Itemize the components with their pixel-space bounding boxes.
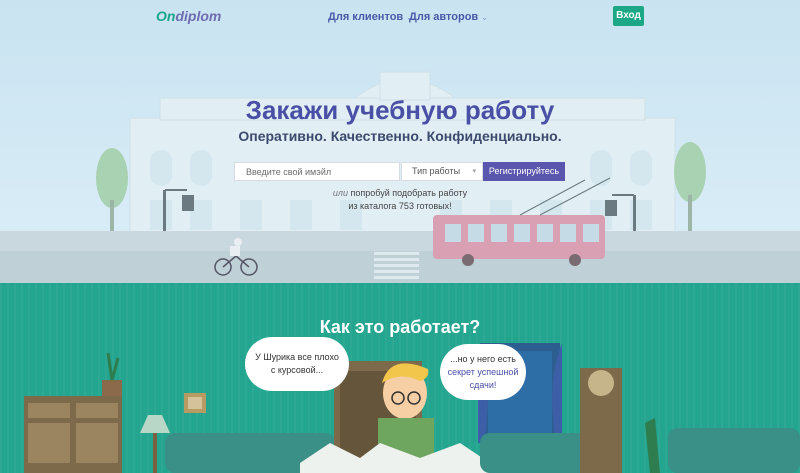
hero-title: Закажи учебную работу bbox=[245, 95, 555, 125]
login-button[interactable]: Вход bbox=[613, 6, 644, 26]
top-nav: Ondiplom Для клиентов ⌄ Для авторов ⌄ Вход bbox=[0, 0, 800, 34]
nav-for-authors[interactable]: Для авторов ⌄ bbox=[409, 11, 488, 23]
hint-line-2[interactable]: из каталога 753 готовых! bbox=[348, 201, 451, 211]
speech-bubble-right: ...но у него есть секрет успешной сдачи! bbox=[440, 344, 526, 400]
nav-for-clients-label: Для клиентов bbox=[328, 11, 404, 23]
hint-line-1[interactable]: попробуй подобрать работу bbox=[350, 188, 467, 198]
speech-bubble-right-line-2: секрет успешной bbox=[447, 366, 519, 377]
work-type-select[interactable]: Тип работы ▾ bbox=[401, 162, 483, 181]
logo-part-diplom: diplom bbox=[175, 8, 222, 24]
email-input[interactable] bbox=[234, 162, 400, 181]
chevron-down-icon: ⌄ bbox=[481, 13, 488, 22]
nav-for-authors-label: Для авторов bbox=[409, 11, 479, 23]
room-illustration bbox=[24, 343, 800, 473]
chevron-down-icon: ▾ bbox=[472, 168, 476, 175]
hero-section: Ondiplom Для клиентов ⌄ Для авторов ⌄ Вход… bbox=[0, 0, 800, 283]
hero-subtitle: Оперативно. Качественно. Конфиденциально… bbox=[238, 128, 562, 144]
speech-bubble-right-line-3: сдачи! bbox=[469, 379, 497, 390]
speech-bubble-right-line-1: ...но у него есть bbox=[450, 353, 516, 364]
logo[interactable]: Ondiplom bbox=[156, 8, 221, 24]
nav-for-clients[interactable]: Для клиентов ⌄ bbox=[328, 11, 413, 23]
hint-or: или bbox=[332, 188, 348, 198]
logo-part-on: On bbox=[156, 8, 176, 24]
catalog-hint: или попробуй подобрать работу из каталог… bbox=[0, 187, 800, 213]
speech-bubble-left-text: У Шурика все плохо с курсовой... bbox=[255, 352, 339, 375]
work-type-select-value: Тип работы bbox=[412, 166, 461, 176]
how-it-works-section: Как это работает? bbox=[0, 283, 800, 473]
register-button[interactable]: Регистрируйтесь bbox=[483, 162, 565, 181]
speech-bubble-left: У Шурика все плохо с курсовой... bbox=[245, 337, 349, 391]
how-it-works-title: Как это работает? bbox=[319, 317, 481, 337]
